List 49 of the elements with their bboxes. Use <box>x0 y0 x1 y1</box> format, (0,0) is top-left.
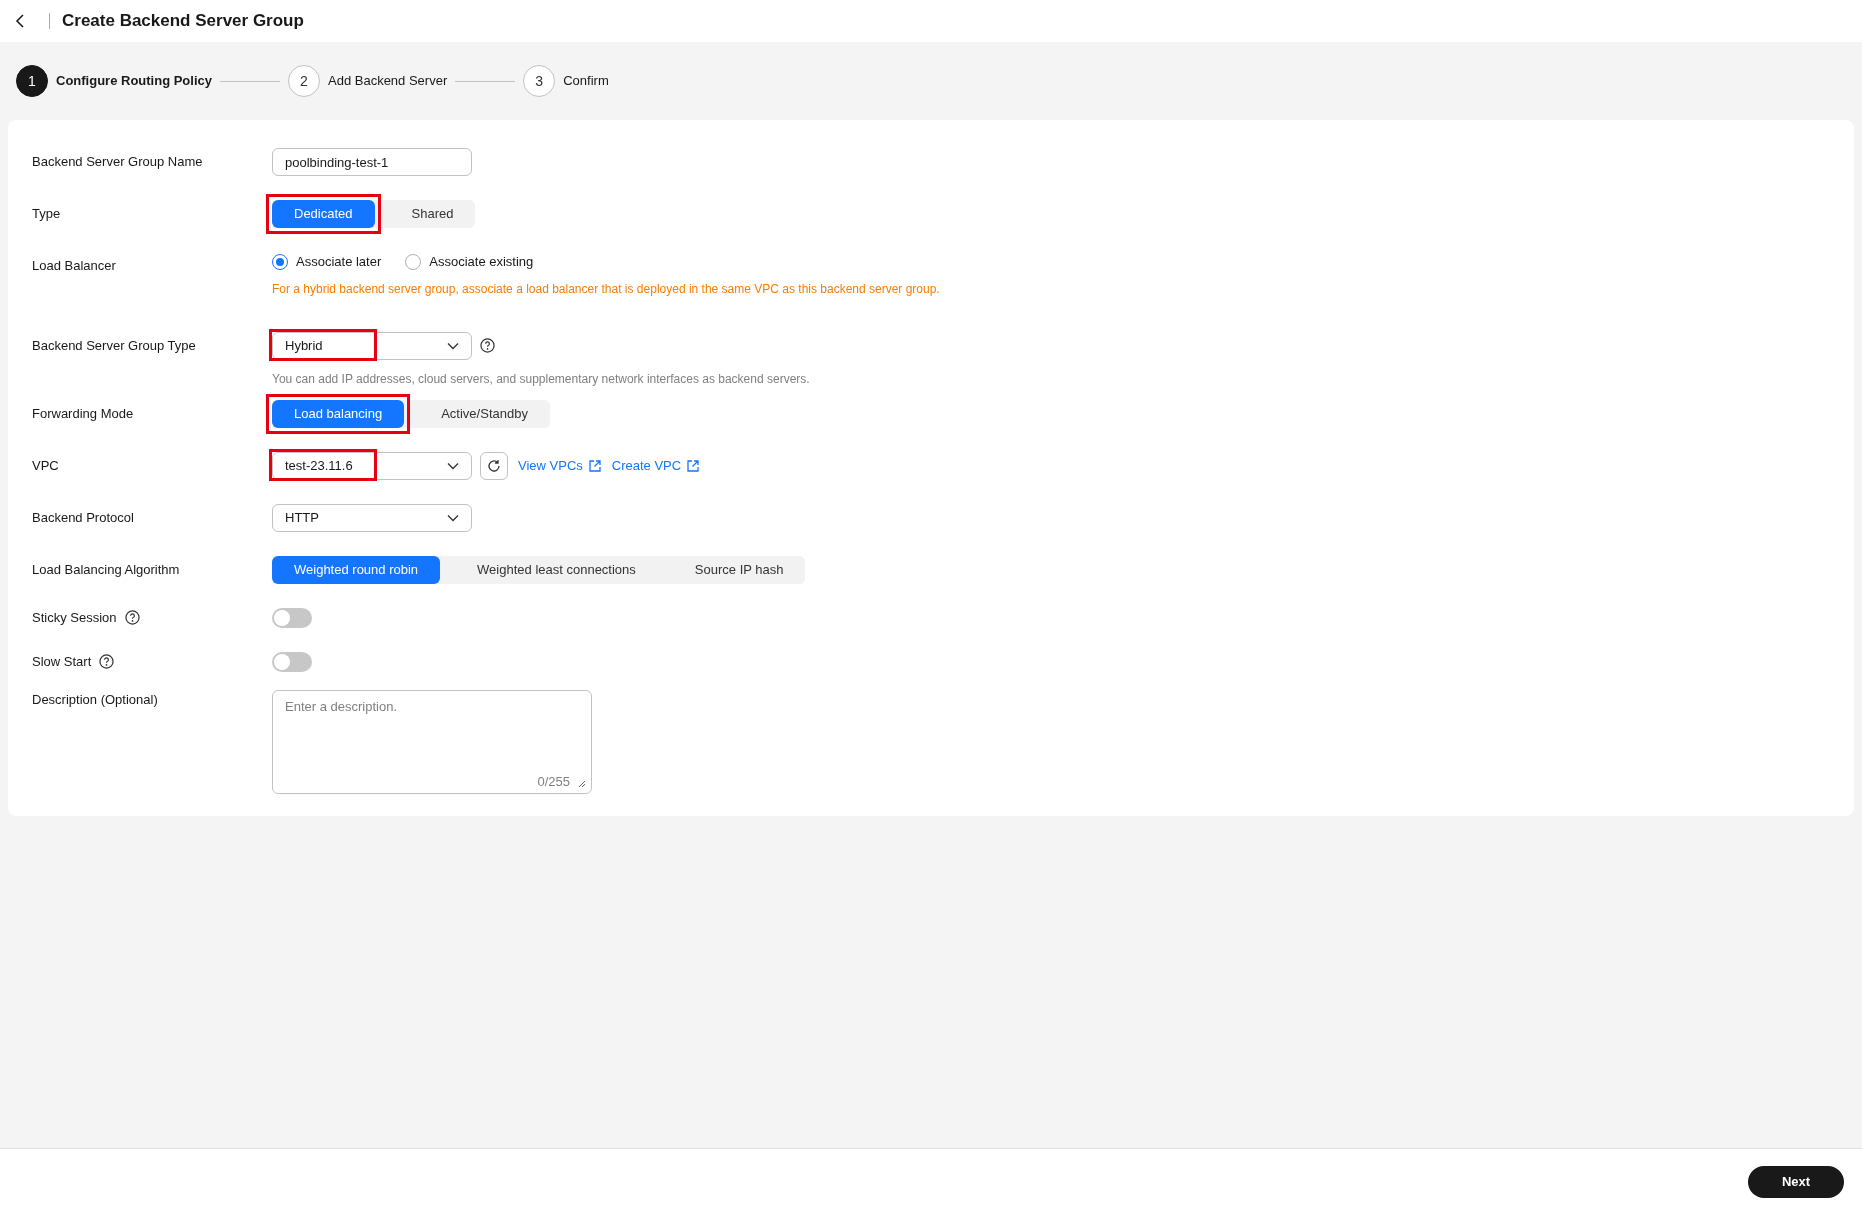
field-label: VPC <box>32 456 59 475</box>
field-label: Load Balancing Algorithm <box>32 560 180 579</box>
back-icon[interactable] <box>15 14 27 28</box>
help-icon <box>124 610 140 625</box>
link[interactable]: Create VPC <box>611 455 701 476</box>
character-counter: 0/255 <box>537 773 570 791</box>
field-label: Backend Server Group Name <box>32 153 203 172</box>
warning-note: For a hybrid backend server group, associate a load balancer that is deployed in the same VPC as this backend server group. <box>272 280 940 298</box>
next-button[interactable]: Next <box>1748 1165 1844 1198</box>
step-number: 1 <box>16 65 48 97</box>
select-value: HTTP <box>285 508 319 527</box>
step-number: 2 <box>288 65 320 97</box>
link[interactable]: View VPCs <box>518 455 602 476</box>
field-label: Description (Optional) <box>32 690 158 709</box>
step-number: 3 <box>523 65 556 97</box>
radio-option[interactable]: Associate existing <box>405 252 534 272</box>
select-field[interactable]: test-23.11.6 <box>272 451 472 480</box>
text-field[interactable]: poolbinding-test-1 <box>272 148 472 176</box>
field-label: Type <box>32 205 61 224</box>
radio-option[interactable]: Associate later <box>272 252 382 272</box>
refresh-icon <box>487 458 501 473</box>
select-field[interactable]: HTTP <box>272 503 472 532</box>
field-label: Load Balancer <box>32 257 116 276</box>
field-label: Forwarding Mode <box>32 404 134 423</box>
step-label: Confirm <box>563 72 609 91</box>
refresh-button[interactable] <box>480 451 508 480</box>
toggle-switch[interactable] <box>272 651 312 672</box>
chevron-down-icon <box>447 341 459 350</box>
field-label: Backend Protocol <box>32 508 134 527</box>
chevron-down-icon <box>447 461 459 470</box>
field-label: Sticky Session <box>32 608 117 627</box>
resize-handle-icon[interactable] <box>578 779 586 788</box>
select-value: Hybrid <box>285 336 323 355</box>
field-label: Backend Server Group Type <box>32 336 196 355</box>
hint-text: You can add IP addresses, cloud servers, and supplementary network interfaces as backend servers. <box>272 370 810 388</box>
help-icon <box>480 338 495 353</box>
help-icon <box>99 654 115 669</box>
segment-option[interactable]: Dedicated <box>266 194 381 234</box>
segment-option[interactable]: Load balancing <box>266 393 411 434</box>
external-link-icon <box>587 458 602 473</box>
select-value: test-23.11.6 <box>285 456 353 475</box>
select-field[interactable]: Hybrid <box>272 331 472 360</box>
toggle-switch[interactable] <box>272 607 312 628</box>
field-label: Slow Start <box>32 652 92 671</box>
external-link-icon <box>686 458 701 473</box>
step-label: Configure Routing Policy <box>56 72 212 91</box>
chevron-down-icon <box>447 513 459 522</box>
page-title: Create Backend Server Group <box>62 10 304 33</box>
step-label: Add Backend Server <box>328 72 448 91</box>
